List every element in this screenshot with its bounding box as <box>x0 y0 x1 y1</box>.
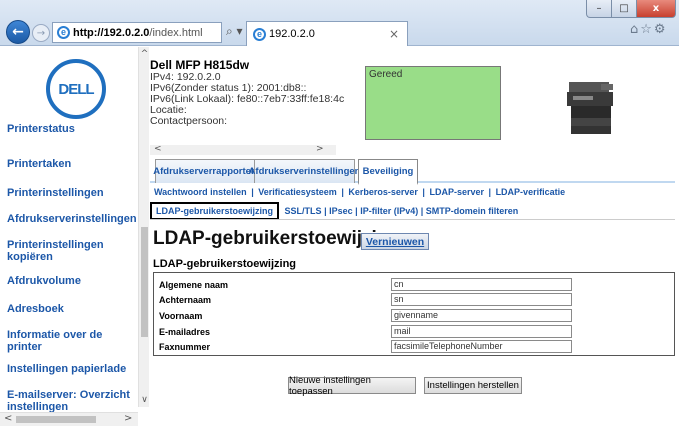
subnav-ssl-tls[interactable]: SSL/TLS <box>285 206 322 216</box>
sidebar-item-afdrukvolume[interactable]: Afdrukvolume <box>7 275 81 287</box>
voornaam-input[interactable]: givenname <box>391 309 572 322</box>
section-title: LDAP-gebruikerstoewijzing <box>153 258 297 270</box>
field-label-algemene-naam: Algemene naam <box>159 280 229 290</box>
field-label-emailadres: E-mailadres <box>159 327 211 337</box>
printer-info: Dell MFP H815dw IPv4: 192.0.2.0 IPv6(Zon… <box>150 60 352 154</box>
close-window-button[interactable]: x <box>636 0 676 18</box>
form-row: Algemene naam cn <box>154 278 674 293</box>
home-favorites-settings-icons[interactable]: ⌂☆⚙ <box>630 22 668 37</box>
sidebar-item-instellingen-papierlade[interactable]: Instellingen papierlade <box>7 363 126 375</box>
info-scroll-right-icon[interactable]: > <box>316 144 324 154</box>
subnav-row-2: LDAP-gebruikerstoewijzing SSL/TLS | IPse… <box>150 202 518 220</box>
sidebar: DELL Printerstatus Printertaken Printeri… <box>0 47 138 426</box>
apply-settings-button[interactable]: Nieuwe instellingen toepassen <box>288 375 416 397</box>
browser-chrome: – □ x ← → e http://192.0.2.0/index.html … <box>0 0 679 46</box>
sidebar-item-informatie-printer[interactable]: Informatie over de printer <box>7 329 135 353</box>
ldap-mapping-form: Algemene naam cn Achternaam sn Voornaam … <box>153 272 675 356</box>
subnav-ldap-verificatie[interactable]: LDAP-verificatie <box>496 187 566 197</box>
url-path: /index.html <box>149 26 203 39</box>
sidebar-item-afdrukserverinstellingen[interactable]: Afdrukserverinstellingen <box>7 213 137 225</box>
browser-tab[interactable]: e 192.0.2.0 × <box>246 21 408 46</box>
field-label-faxnummer: Faxnummer <box>159 342 211 352</box>
form-row: Voornaam givenname <box>154 309 674 324</box>
forward-button[interactable]: → <box>32 24 50 42</box>
subnav-separator: | <box>355 206 358 216</box>
dell-logo: DELL <box>46 59 106 119</box>
hscroll-thumb[interactable] <box>16 416 96 423</box>
tab-title: 192.0.2.0 <box>269 28 315 40</box>
scroll-left-icon[interactable]: < <box>4 413 12 424</box>
subnav-ipsec[interactable]: IPsec <box>329 206 353 216</box>
status-text: Gereed <box>369 69 403 80</box>
field-label-voornaam: Voornaam <box>159 311 203 321</box>
subnav-ldap-server[interactable]: LDAP-server <box>429 187 484 197</box>
tab-afdrukserverrapporten[interactable]: Afdrukserverrapporten <box>153 159 257 183</box>
status-box: Gereed <box>365 66 501 140</box>
divider <box>150 219 675 220</box>
sidebar-item-printertaken[interactable]: Printertaken <box>7 158 71 170</box>
info-scroll-left-icon[interactable]: < <box>154 144 162 154</box>
subnav-separator: | <box>420 206 424 216</box>
subnav-ip-filter[interactable]: IP-filter (IPv4) <box>360 206 418 216</box>
tab-beveiliging[interactable]: Beveiliging <box>358 159 418 185</box>
scroll-down-icon[interactable]: ∨ <box>139 395 150 405</box>
subnav-separator: | <box>341 187 344 197</box>
scroll-right-icon[interactable]: > <box>124 413 132 424</box>
tab-afdrukserverinstellingen[interactable]: Afdrukserverinstellingen <box>249 159 360 183</box>
sidebar-vertical-scrollbar[interactable]: ^ ∨ <box>138 47 149 407</box>
form-row: E-mailadres mail <box>154 325 674 340</box>
scroll-thumb[interactable] <box>141 227 148 337</box>
subnav-verificatiesysteem[interactable]: Verificatiesysteem <box>258 187 337 197</box>
subnav-ldap-gebruikerstoewijzing[interactable]: LDAP-gebruikerstoewijzing <box>150 202 280 220</box>
tab-close-icon[interactable]: × <box>389 27 399 41</box>
sidebar-item-printerstatus[interactable]: Printerstatus <box>7 123 75 135</box>
subnav-row-1: Wachtwoord instellen | Verificatiesystee… <box>154 187 565 197</box>
section-tabs: Afdrukserverrapporten Afdrukserverinstel… <box>150 159 675 185</box>
subnav-separator: | <box>422 187 425 197</box>
reset-settings-button[interactable]: Instellingen herstellen <box>424 377 522 394</box>
subnav-wachtwoord[interactable]: Wachtwoord instellen <box>154 187 247 197</box>
algemene-naam-input[interactable]: cn <box>391 278 572 291</box>
subnav-smtp-filter[interactable]: SMTP-domein filteren <box>426 206 519 216</box>
maximize-button[interactable]: □ <box>611 0 637 18</box>
ie-icon: e <box>57 26 70 39</box>
refresh-button[interactable]: Vernieuwen <box>361 233 429 250</box>
sidebar-horizontal-scrollbar[interactable]: < > <box>0 412 138 426</box>
printer-info-scrollbar[interactable]: < > <box>150 144 336 155</box>
form-row: Achternaam sn <box>154 293 674 308</box>
field-label-achternaam: Achternaam <box>159 295 212 305</box>
url-host: http://192.0.2.0 <box>73 26 150 39</box>
form-row: Faxnummer facsimileTelephoneNumber <box>154 340 674 355</box>
sidebar-item-adresboek[interactable]: Adresboek <box>7 303 64 315</box>
faxnummer-input[interactable]: facsimileTelephoneNumber <box>391 340 572 353</box>
achternaam-input[interactable]: sn <box>391 293 572 306</box>
printer-contact: Contactpersoon: <box>150 115 228 127</box>
scroll-up-icon[interactable]: ^ <box>139 49 150 59</box>
subnav-kerberos[interactable]: Kerberos-server <box>348 187 418 197</box>
back-button[interactable]: ← <box>6 20 30 44</box>
ie-tab-icon: e <box>253 27 266 41</box>
address-bar[interactable]: e http://192.0.2.0/index.html <box>52 22 222 43</box>
sidebar-item-emailserver-overzicht[interactable]: E-mailserver: Overzicht instellingen <box>7 389 135 413</box>
emailadres-input[interactable]: mail <box>391 325 572 338</box>
subnav-separator: | <box>488 187 492 197</box>
subnav-separator: | <box>324 206 327 216</box>
sidebar-item-printerinstellingen[interactable]: Printerinstellingen <box>7 187 104 199</box>
subnav-separator: | <box>251 187 254 197</box>
minimize-button[interactable]: – <box>586 0 612 18</box>
sidebar-item-printerinstellingen-kopieren[interactable]: Printerinstellingen kopiëren <box>7 239 135 263</box>
printer-image <box>567 82 613 134</box>
printer-name: Dell MFP H815dw <box>150 60 250 72</box>
